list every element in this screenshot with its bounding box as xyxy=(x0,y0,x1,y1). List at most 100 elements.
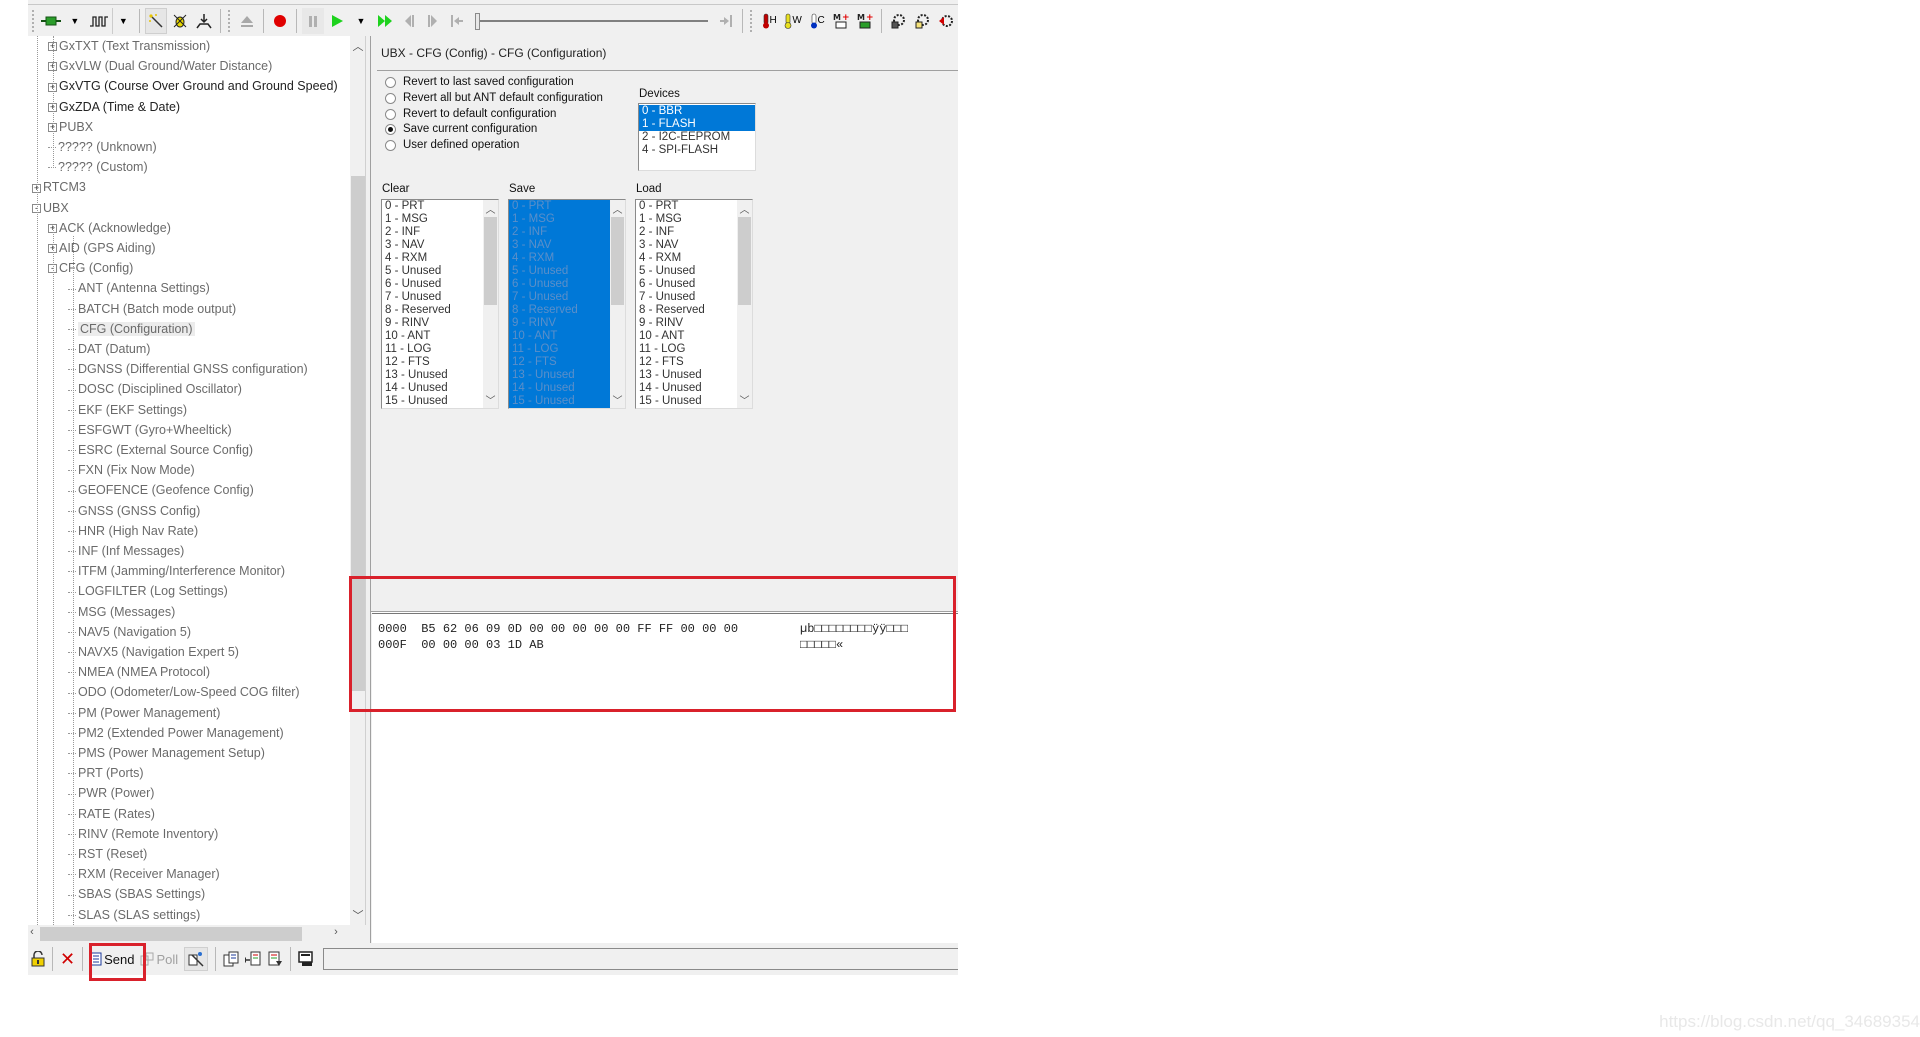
copy-icon[interactable] xyxy=(223,947,239,971)
mask-item[interactable]: 8 - Reserved xyxy=(382,304,498,317)
tree-item[interactable]: + GxVLW (Dual Ground/Water Distance) xyxy=(48,56,272,76)
autoconfig-icon[interactable] xyxy=(184,947,209,971)
mask-item[interactable]: 15 - Unused xyxy=(636,395,752,408)
listbox-scroll-thumb[interactable] xyxy=(738,217,751,305)
device-item[interactable]: 1 - FLASH xyxy=(639,118,755,131)
toolbar-grip[interactable] xyxy=(750,9,753,32)
tree-item[interactable]: EKF (EKF Settings) xyxy=(68,400,187,420)
tree-item[interactable]: PRT (Ports) xyxy=(68,763,144,783)
tree-item[interactable]: PWR (Power) xyxy=(68,783,154,803)
tree-item[interactable]: ESFGWT (Gyro+Wheeltick) xyxy=(68,420,232,440)
record-icon[interactable] xyxy=(269,8,291,34)
tree-item[interactable]: DOSC (Disciplined Oscillator) xyxy=(68,379,242,399)
radio-checked-icon[interactable] xyxy=(385,123,396,135)
scroll-left-icon[interactable]: ‹ xyxy=(24,926,40,938)
load-config-icon[interactable] xyxy=(911,8,933,34)
baudrate-dropdown-icon[interactable]: ▼ xyxy=(111,7,134,34)
play-options-dropdown-icon[interactable]: ▼ xyxy=(350,8,372,34)
playback-slider-thumb[interactable] xyxy=(474,12,480,30)
poll-button[interactable]: Poll xyxy=(140,947,178,971)
mask-item[interactable]: 10 - ANT xyxy=(636,330,752,343)
operation-radio[interactable]: User defined operation xyxy=(385,136,519,154)
warm-start-icon[interactable]: W xyxy=(782,8,804,34)
tree-item[interactable]: GNSS (GNSS Config) xyxy=(68,501,200,521)
scroll-down-icon[interactable]: ﹀ xyxy=(737,392,752,407)
tree-item[interactable]: ????? (Unknown) xyxy=(48,137,157,157)
mask-item[interactable]: 12 - FTS xyxy=(382,356,498,369)
export-icon[interactable] xyxy=(267,947,283,971)
tree-item[interactable]: GEOFENCE (Geofence Config) xyxy=(68,480,254,500)
toolbar-grip[interactable] xyxy=(32,9,35,32)
reset-config-icon[interactable] xyxy=(935,8,957,34)
mask-item[interactable]: 9 - RINV xyxy=(509,317,625,330)
baudrate-icon[interactable] xyxy=(88,8,110,34)
tree-item[interactable]: + PUBX xyxy=(48,117,93,137)
fast-forward-icon[interactable] xyxy=(374,8,396,34)
mask-item[interactable]: 0 - PRT xyxy=(509,200,625,213)
mask-item[interactable]: 6 - Unused xyxy=(636,278,752,291)
mask-listbox-save[interactable]: 0 - PRT 1 - MSG 2 - INF 3 - NAV 4 - RXM 5 - U… xyxy=(508,199,626,409)
tree-horizontal-scrollbar[interactable]: ‹ › xyxy=(28,925,366,943)
mask-item[interactable]: 0 - PRT xyxy=(636,200,752,213)
devices-listbox[interactable]: 0 - BBR 1 - FLASH 2 - I2C-EEPROM 4 - SPI-FL… xyxy=(638,103,756,171)
tree-item[interactable]: ITFM (Jamming/Interference Monitor) xyxy=(68,561,285,581)
mask-item[interactable]: 9 - RINV xyxy=(636,317,752,330)
mask-item[interactable]: 11 - LOG xyxy=(382,343,498,356)
radio-unchecked-icon[interactable] xyxy=(385,108,396,120)
mask-item[interactable]: 7 - Unused xyxy=(382,291,498,304)
connection-dropdown-icon[interactable]: ▼ xyxy=(64,8,86,34)
playback-slider[interactable] xyxy=(474,9,708,33)
status-field[interactable] xyxy=(323,948,958,970)
tree-item[interactable]: FXN (Fix Now Mode) xyxy=(68,460,195,480)
mask-item[interactable]: 6 - Unused xyxy=(509,278,625,291)
listbox-scroll-thumb[interactable] xyxy=(484,217,497,305)
tree-item[interactable]: + RTCM3 xyxy=(32,177,86,197)
tree-item[interactable]: ????? (Custom) xyxy=(48,157,148,177)
device-item[interactable]: 4 - SPI-FLASH xyxy=(639,144,755,157)
mask-item[interactable]: 1 - MSG xyxy=(636,213,752,226)
tree-item[interactable]: + GxVTG (Course Over Ground and Ground Sp… xyxy=(48,76,338,96)
mask-item[interactable]: 1 - MSG xyxy=(509,213,625,226)
scroll-down-icon[interactable]: ﹀ xyxy=(610,392,625,407)
mask-item[interactable]: 4 - RXM xyxy=(382,252,498,265)
tree-item[interactable]: HNR (High Nav Rate) xyxy=(68,521,198,541)
mask-item[interactable]: 12 - FTS xyxy=(636,356,752,369)
tree-item[interactable]: NMEA (NMEA Protocol) xyxy=(68,662,210,682)
mask-item[interactable]: 13 - Unused xyxy=(509,369,625,382)
tree-item[interactable]: INF (Inf Messages) xyxy=(68,541,184,561)
device-item[interactable]: 2 - I2C-EEPROM xyxy=(639,131,755,144)
mask-item[interactable]: 11 - LOG xyxy=(509,343,625,356)
lock-icon[interactable] xyxy=(31,947,45,971)
tree-item[interactable]: DAT (Datum) xyxy=(68,339,150,359)
mask-item[interactable]: 12 - FTS xyxy=(509,356,625,369)
device-item[interactable]: 0 - BBR xyxy=(639,105,755,118)
radio-unchecked-icon[interactable] xyxy=(385,139,396,151)
scroll-down-icon[interactable]: ﹀ xyxy=(350,907,365,923)
listbox-scrollbar[interactable]: ︿ ﹀ xyxy=(610,200,625,408)
mask-item[interactable]: 5 - Unused xyxy=(382,265,498,278)
tree-item[interactable]: NAVX5 (Navigation Expert 5) xyxy=(68,642,239,662)
tree-item[interactable]: RST (Reset) xyxy=(68,844,147,864)
scroll-up-icon[interactable]: ︿ xyxy=(737,201,752,216)
mask-item[interactable]: 2 - INF xyxy=(509,226,625,239)
mask-item[interactable]: 8 - Reserved xyxy=(636,304,752,317)
tree-item[interactable]: PM2 (Extended Power Management) xyxy=(68,723,284,743)
mask-item[interactable]: 3 - NAV xyxy=(509,239,625,252)
mask-item[interactable]: 11 - LOG xyxy=(636,343,752,356)
close-icon[interactable]: ✕ xyxy=(60,947,75,971)
mask-item[interactable]: 14 - Unused xyxy=(382,382,498,395)
tree-item[interactable]: LOGFILTER (Log Settings) xyxy=(68,581,228,601)
mask-listbox-clear[interactable]: 0 - PRT 1 - MSG 2 - INF 3 - NAV 4 - RXM 5 - U… xyxy=(381,199,499,409)
mask-item[interactable]: 4 - RXM xyxy=(636,252,752,265)
tree-item[interactable]: ESRC (External Source Config) xyxy=(68,440,253,460)
tree-item[interactable]: + GxZDA (Time & Date) xyxy=(48,97,180,117)
tree-item[interactable]: + ACK (Acknowledge) xyxy=(48,218,171,238)
listbox-scrollbar[interactable]: ︿ ﹀ xyxy=(483,200,498,408)
tree-item[interactable]: MSG (Messages) xyxy=(68,602,175,622)
listbox-scroll-thumb[interactable] xyxy=(611,217,624,305)
toolbar-grip[interactable] xyxy=(228,9,231,32)
mask-item[interactable]: 13 - Unused xyxy=(382,369,498,382)
mask-item[interactable]: 2 - INF xyxy=(636,226,752,239)
pause-icon[interactable] xyxy=(301,7,324,34)
mask-item[interactable]: 10 - ANT xyxy=(509,330,625,343)
